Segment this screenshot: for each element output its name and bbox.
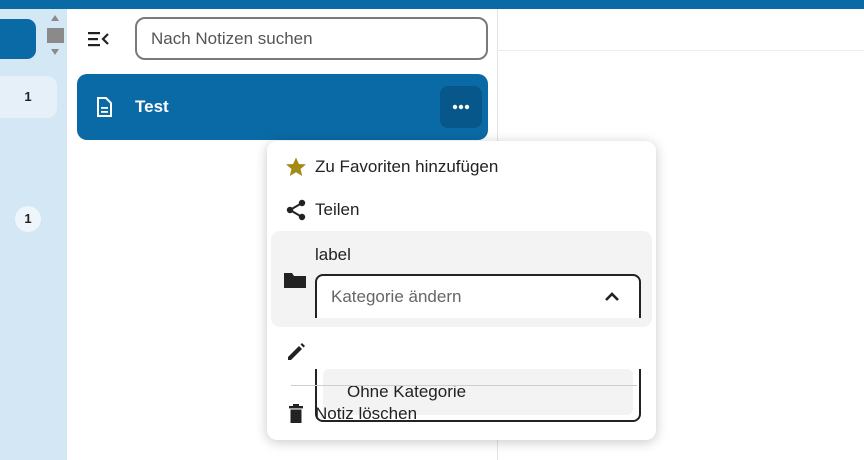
navigation-sidebar: 1 1 [0,9,67,460]
search-input[interactable] [135,17,488,60]
scroll-up-arrow[interactable] [51,15,59,21]
scrollbar-thumb[interactable] [47,28,64,43]
delete-note-label: Notiz löschen [315,404,418,423]
nav-item-active[interactable] [0,19,36,59]
note-list-item[interactable]: Test [77,74,488,140]
add-to-favorites-label: Zu Favoriten hinzufügen [315,157,499,176]
menu-collapse-icon [88,32,109,47]
toggle-navigation-button[interactable] [83,23,115,55]
delete-note-button[interactable]: Notiz löschen [271,393,652,435]
category-label: label [315,245,351,264]
trash-icon [289,404,303,423]
share-icon [286,199,306,221]
document-icon [97,97,112,117]
nav-count-category: 1 [15,206,41,232]
category-menu-item: label Kategorie ändern [271,231,652,327]
note-actions-button[interactable] [440,86,482,128]
share-label: Teilen [315,200,360,219]
category-select[interactable]: Kategorie ändern [315,274,641,318]
editor-header-divider [498,50,864,51]
share-button[interactable]: Teilen [271,189,652,231]
pencil-icon[interactable] [285,341,307,363]
top-bar [0,0,864,9]
folder-icon [284,273,306,288]
add-to-favorites-button[interactable]: Zu Favoriten hinzufügen [271,146,652,188]
more-horizontal-icon [452,104,470,110]
chevron-up-icon [605,292,619,301]
nav-count-all-notes: 1 [24,89,32,104]
star-icon [286,157,306,176]
scroll-down-arrow[interactable] [51,49,59,55]
note-title: Test [135,97,169,116]
category-select-placeholder: Kategorie ändern [331,287,462,306]
menu-divider [291,385,637,386]
note-actions-menu: Zu Favoriten hinzufügen Teilen label Kat… [267,141,656,440]
